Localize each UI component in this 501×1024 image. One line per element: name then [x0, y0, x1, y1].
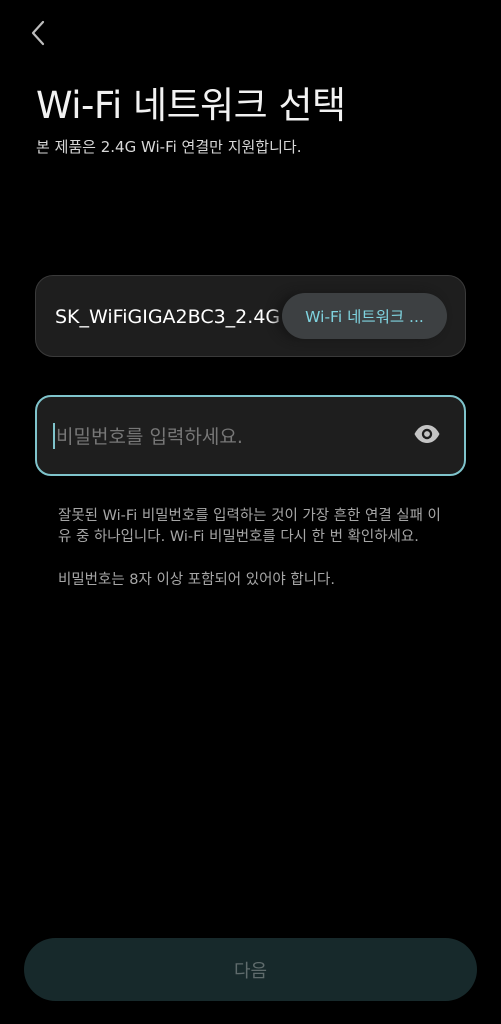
eye-icon — [413, 424, 441, 448]
chevron-left-icon — [30, 20, 46, 50]
show-password-button[interactable] — [411, 421, 443, 451]
back-button[interactable] — [22, 18, 54, 52]
password-length-hint: 비밀번호는 8자 이상 포함되어 있어야 합니다. — [58, 572, 335, 588]
password-hints: 잘못된 Wi-Fi 비밀번호를 입력하는 것이 가장 흔한 연결 실패 이유 중… — [58, 506, 448, 591]
page-subtitle: 본 제품은 2.4G Wi-Fi 연결만 지원합니다. — [36, 138, 302, 156]
select-network-button[interactable]: Wi-Fi 네트워크 ... — [282, 293, 447, 339]
network-name: SK_WiFiGIGA2BC3_2.4G — [55, 306, 281, 328]
page-title: Wi-Fi 네트워크 선택 — [36, 84, 346, 127]
next-button[interactable]: 다음 — [24, 938, 477, 1001]
selected-network-card: SK_WiFiGIGA2BC3_2.4G Wi-Fi 네트워크 ... — [35, 275, 466, 357]
wrong-password-hint: 잘못된 Wi-Fi 비밀번호를 입력하는 것이 가장 흔한 연결 실패 이유 중… — [58, 508, 441, 545]
password-field — [35, 395, 466, 476]
wifi-select-screen: Wi-Fi 네트워크 선택 본 제품은 2.4G Wi-Fi 연결만 지원합니다… — [0, 0, 501, 1024]
password-input[interactable] — [54, 419, 398, 455]
